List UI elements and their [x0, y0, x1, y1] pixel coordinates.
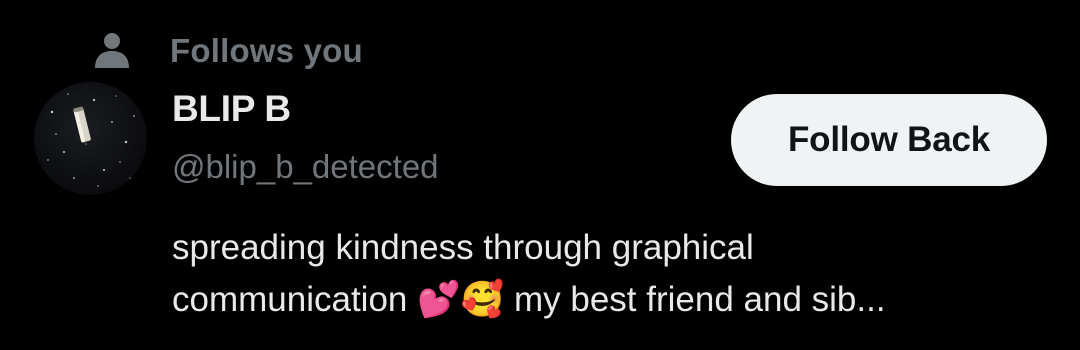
bio-line: communication 💕🥰 my best friend and sib.…: [172, 280, 886, 319]
space-capsule-avatar: [47, 93, 135, 187]
follows-you-indicator: Follows you: [92, 28, 363, 72]
user-bio: spreading kindness through graphical com…: [172, 222, 1052, 326]
follows-you-label: Follows you: [170, 32, 363, 69]
avatar[interactable]: [34, 82, 147, 195]
bio-line: spreading kindness through graphical: [172, 228, 754, 267]
person-icon: [95, 33, 129, 68]
display-name[interactable]: BLIP B: [172, 88, 291, 130]
user-handle[interactable]: @blip_b_detected: [172, 148, 439, 186]
user-cell[interactable]: BLIP B @blip_b_detected Follow Back spre…: [0, 80, 1080, 350]
follow-back-button[interactable]: Follow Back: [731, 94, 1047, 186]
